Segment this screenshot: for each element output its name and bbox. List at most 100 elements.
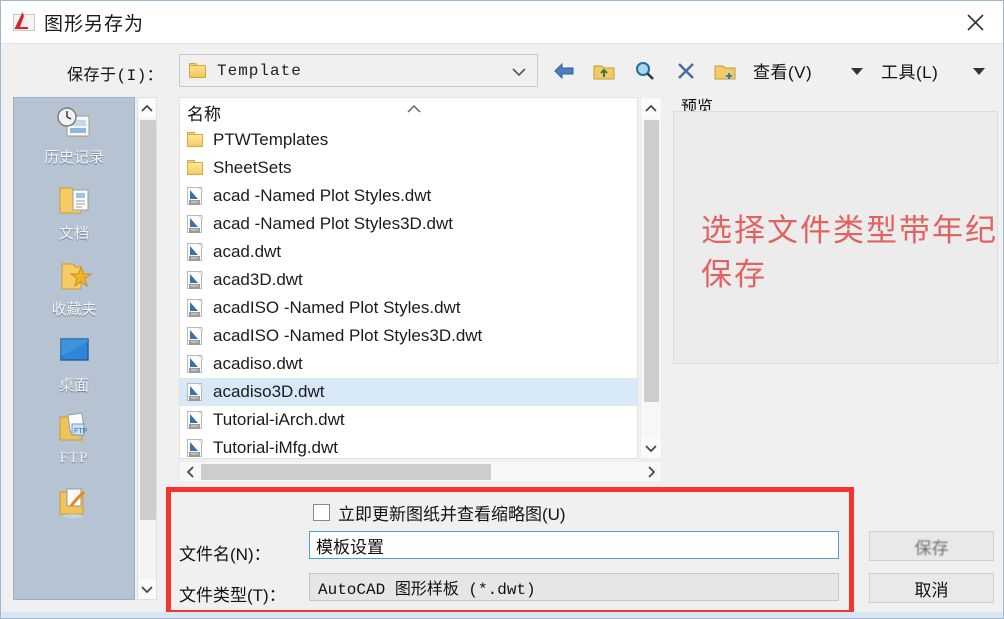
file-name: acad -Named Plot Styles.dwt [213, 186, 432, 205]
look-in-label: 保存于(I)： [67, 67, 164, 85]
dwt-file-icon: DWT [187, 214, 204, 234]
save-drawing-as-dialog: 图形另存为 保存于(I)： Template 查看(V) 工具(L) 历史记录 … [0, 0, 1004, 619]
file-list: 名称 PTWTemplates SheetSets DWT acad -Named P… [179, 97, 638, 459]
table-row[interactable]: DWT acad -Named Plot Styles3D.dwt [180, 210, 637, 238]
filetype-select[interactable]: AutoCAD 图形样板 (*.dwt) [309, 573, 839, 601]
back-button[interactable] [549, 56, 579, 86]
save-button[interactable]: 保存 [869, 531, 994, 561]
search-button[interactable] [630, 56, 660, 86]
file-name: SheetSets [213, 158, 292, 177]
chevron-up-icon[interactable] [641, 98, 661, 118]
cancel-button-label: 取消 [914, 580, 949, 600]
folder-icon [187, 132, 204, 148]
title-bar: 图形另存为 [1, 1, 1003, 44]
status-bar [1, 612, 1003, 618]
places-scrollbar[interactable] [137, 97, 157, 600]
column-header-name[interactable]: 名称 [180, 98, 637, 126]
sidebar-item-label: FTP [59, 450, 89, 466]
table-row[interactable]: DWT acad.dwt [180, 238, 637, 266]
history-icon [51, 104, 97, 144]
filename-value: 模板设置 [316, 537, 384, 557]
file-list-horizontal-scrollbar[interactable] [179, 461, 662, 483]
update-thumbnail-checkbox[interactable] [313, 504, 330, 521]
chevron-down-icon[interactable] [138, 579, 156, 599]
dwt-file-icon: DWT [187, 186, 204, 206]
svg-text:FTP: FTP [74, 428, 88, 435]
table-row[interactable]: DWT Tutorial-iArch.dwt [180, 406, 637, 434]
table-row[interactable]: DWT acad3D.dwt [180, 266, 637, 294]
dwt-file-icon: DWT [187, 298, 204, 318]
file-list-hscroll-thumb[interactable] [201, 464, 491, 480]
dwt-file-icon: DWT [187, 382, 204, 402]
file-name: acadISO -Named Plot Styles3D.dwt [213, 326, 483, 345]
delete-button[interactable] [671, 56, 701, 86]
filetype-value: AutoCAD 图形样板 (*.dwt) [318, 581, 536, 599]
buzzsaw-folder-icon [51, 484, 97, 524]
preview-pane [673, 111, 998, 364]
table-row[interactable]: DWT acadiso3D.dwt [180, 378, 637, 406]
sidebar-item-desktop[interactable]: 桌面 [14, 326, 134, 402]
tools-menu[interactable]: 工具(L) [881, 58, 938, 83]
update-thumbnail-label: 立即更新图纸并查看缩略图(U) [338, 505, 566, 524]
dwt-file-icon: DWT [187, 410, 204, 430]
dwt-file-icon: DWT [187, 270, 204, 290]
dwt-file-icon: DWT [187, 438, 204, 458]
table-row[interactable]: DWT acad -Named Plot Styles.dwt [180, 182, 637, 210]
table-row[interactable]: DWT Tutorial-iMfg.dwt [180, 434, 637, 458]
chevron-down-icon[interactable] [641, 438, 661, 458]
caret-up-icon [405, 100, 423, 120]
page-title: 图形另存为 [44, 14, 145, 35]
table-row[interactable]: DWT acadiso.dwt [180, 350, 637, 378]
desktop-icon [51, 332, 97, 372]
dwt-file-icon: DWT [187, 354, 204, 374]
file-name: PTWTemplates [213, 130, 329, 149]
file-name: acad -Named Plot Styles3D.dwt [213, 214, 453, 233]
ftp-folder-icon: FTP [51, 408, 97, 448]
chevron-left-icon[interactable] [180, 462, 200, 482]
new-folder-button[interactable] [710, 56, 740, 86]
places-bar: 历史记录 文档 收藏夹 桌面 FTP FTP [13, 97, 135, 600]
sidebar-item-ftp[interactable]: FTP FTP [14, 402, 134, 478]
sidebar-item-history[interactable]: 历史记录 [14, 98, 134, 174]
table-row[interactable]: PTWTemplates [180, 126, 637, 154]
close-icon[interactable] [953, 3, 997, 41]
cancel-button[interactable]: 取消 [869, 573, 994, 603]
autocad-icon [11, 11, 37, 33]
dwt-file-icon: DWT [187, 242, 204, 262]
sidebar-item-buzzsaw[interactable] [14, 478, 134, 554]
file-list-scroll-thumb[interactable] [644, 120, 659, 402]
table-row[interactable]: DWT acadISO -Named Plot Styles3D.dwt [180, 322, 637, 350]
view-menu[interactable]: 查看(V) [753, 58, 812, 83]
file-list-vertical-scrollbar[interactable] [640, 97, 662, 459]
sidebar-item-label: 历史记录 [43, 149, 104, 166]
table-row[interactable]: DWT acadISO -Named Plot Styles.dwt [180, 294, 637, 322]
places-scroll-thumb[interactable] [140, 120, 156, 520]
sidebar-item-documents[interactable]: 文档 [14, 174, 134, 250]
favorites-folder-icon [51, 256, 97, 296]
filename-label: 文件名(N)： [179, 545, 271, 564]
filename-input[interactable]: 模板设置 [309, 531, 839, 559]
update-thumbnail-row[interactable]: 立即更新图纸并查看缩略图(U) [313, 500, 566, 525]
path-combobox[interactable]: Template [179, 54, 538, 87]
sidebar-item-favorites[interactable]: 收藏夹 [14, 250, 134, 326]
column-header-label: 名称 [187, 104, 221, 124]
file-name: acad3D.dwt [213, 270, 303, 289]
file-name: acad.dwt [213, 242, 282, 261]
sidebar-item-label: 桌面 [58, 377, 89, 394]
filetype-label: 文件类型(T)： [179, 586, 286, 605]
save-button-label: 保存 [914, 538, 949, 558]
table-row[interactable]: SheetSets [180, 154, 637, 182]
chevron-up-icon[interactable] [138, 98, 156, 118]
chevron-right-icon[interactable] [641, 462, 661, 482]
file-name: Tutorial-iMfg.dwt [213, 438, 339, 457]
file-name: acadISO -Named Plot Styles.dwt [213, 298, 461, 317]
view-caret-down-icon[interactable] [849, 64, 865, 82]
chevron-down-icon [511, 65, 527, 83]
up-folder-button[interactable] [589, 56, 619, 86]
path-value: Template [217, 61, 302, 80]
tools-caret-down-icon[interactable] [971, 64, 987, 82]
folder-icon [189, 63, 206, 78]
sidebar-item-label: 收藏夹 [51, 301, 97, 318]
file-name: Tutorial-iArch.dwt [213, 410, 345, 429]
file-name: acadiso3D.dwt [213, 382, 325, 401]
